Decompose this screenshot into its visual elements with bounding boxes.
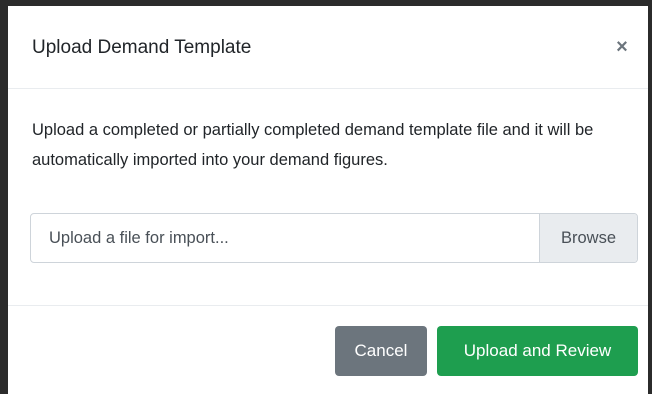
modal-body: Upload a completed or partially complete…	[8, 89, 648, 306]
modal-title: Upload Demand Template	[32, 37, 252, 58]
cancel-button[interactable]: Cancel	[335, 326, 427, 376]
backdrop-edge-right	[648, 0, 652, 394]
file-upload-input[interactable]: Upload a file for import... Browse	[30, 213, 638, 263]
file-input-placeholder: Upload a file for import...	[49, 229, 229, 247]
browse-button[interactable]: Browse	[539, 214, 637, 262]
backdrop-edge-left	[0, 0, 8, 394]
upload-and-review-button[interactable]: Upload and Review	[437, 326, 638, 376]
modal-header: Upload Demand Template ×	[8, 6, 648, 89]
modal-description: Upload a completed or partially complete…	[32, 121, 594, 169]
modal-footer: Cancel Upload and Review	[8, 306, 648, 394]
close-icon[interactable]: ×	[612, 36, 632, 58]
upload-demand-template-modal: Upload Demand Template × Upload a comple…	[8, 6, 648, 394]
